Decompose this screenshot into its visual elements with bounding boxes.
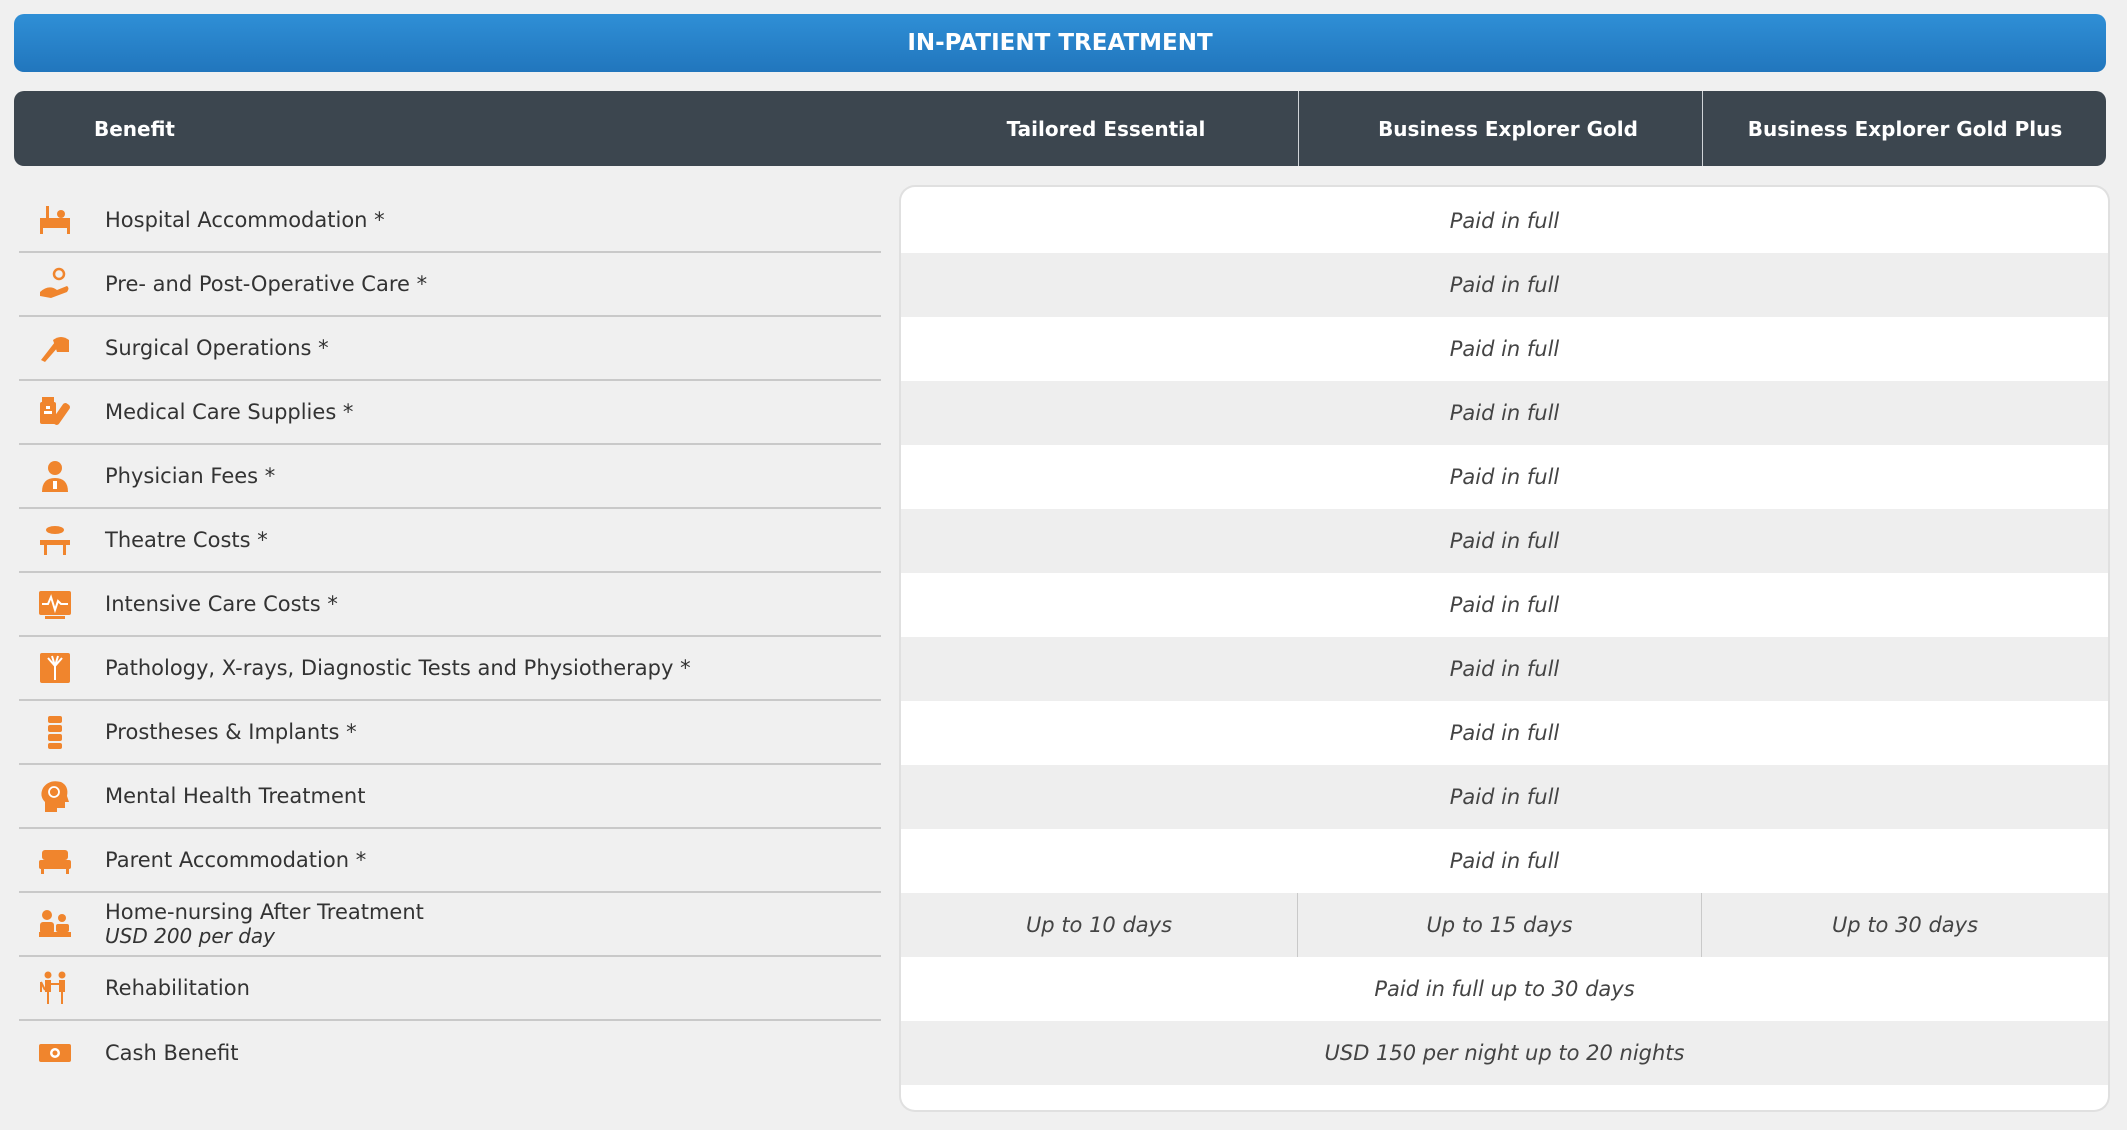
coverage-row: Paid in full [1449,849,1560,873]
benefit-row: Parent Accommodation * [19,829,881,893]
benefit-name: Physician Fees * [105,464,276,488]
header-plan-business-explorer-gold-plus: Business Explorer Gold Plus [1702,91,2107,166]
coverage-cell-business-explorer-gold: Up to 15 days [1297,893,1701,957]
coverage-row-split: Up to 10 days Up to 15 days Up to 30 day… [901,893,2108,957]
benefit-row: Physician Fees * [19,445,881,509]
benefit-row: Mental Health Treatment [19,765,881,829]
coverage-row: Paid in full [901,637,2108,701]
benefit-row: Home-nursing After Treatment USD 200 per… [19,893,881,957]
scalpel-hand-icon [35,328,75,368]
home-nursing-icon [35,904,75,944]
heart-monitor-icon [35,584,75,624]
head-brain-icon [35,776,75,816]
benefit-row: Cash Benefit [19,1021,881,1085]
benefit-name: Pathology, X-rays, Diagnostic Tests and … [105,656,691,680]
benefit-label: Home-nursing After Treatment USD 200 per… [105,900,424,948]
benefit-name: Parent Accommodation * [105,848,367,872]
coverage-row: USD 150 per night up to 20 nights [901,1021,2108,1085]
hand-care-icon [35,264,75,304]
coverage-cell-business-explorer-gold-plus: Up to 30 days [1701,893,2108,957]
benefit-list: Hospital Accommodation * Pre- and Post-O… [19,189,881,1085]
benefit-row: Surgical Operations * [19,317,881,381]
coverage-row: Paid in full [1449,721,1560,745]
benefit-row: Rehabilitation [19,957,881,1021]
header-plan-business-explorer-gold: Business Explorer Gold [1298,91,1717,166]
table-header: Benefit Tailored Essential Business Expl… [14,91,2106,166]
benefit-row: Pre- and Post-Operative Care * [19,253,881,317]
coverage-panel: Paid in full Paid in full Paid in full P… [901,187,2108,1110]
benefit-name: Pre- and Post-Operative Care * [105,272,428,296]
benefit-row: Medical Care Supplies * [19,381,881,445]
benefit-name: Cash Benefit [105,1041,239,1065]
coverage-row: Paid in full [901,765,2108,829]
coverage-row: Paid in full [901,253,2108,317]
header-benefit: Benefit [94,116,175,141]
benefit-name: Prostheses & Implants * [105,720,357,744]
coverage-row: Paid in full [1449,209,1560,233]
benefit-name: Medical Care Supplies * [105,400,354,424]
benefit-row: Theatre Costs * [19,509,881,573]
benefit-row: Intensive Care Costs * [19,573,881,637]
hospital-bed-icon [35,200,75,240]
coverage-row: Paid in full [901,381,2108,445]
coverage-row: Paid in full [1449,593,1560,617]
coverage-row: Paid in full [1449,337,1560,361]
spine-icon [35,712,75,752]
benefit-name: Hospital Accommodation * [105,208,385,232]
doctor-icon [35,456,75,496]
medicine-bandage-icon [35,392,75,432]
coverage-row: Paid in full up to 30 days [1374,977,1635,1001]
bed-icon [35,840,75,880]
operating-table-icon [35,520,75,560]
benefit-name: Intensive Care Costs * [105,592,338,616]
benefit-name: Mental Health Treatment [105,784,366,808]
benefit-row: Pathology, X-rays, Diagnostic Tests and … [19,637,881,701]
header-plan-tailored-essential: Tailored Essential [1006,116,1206,141]
cash-icon [35,1033,75,1073]
benefit-name: Surgical Operations * [105,336,329,360]
xray-icon [35,648,75,688]
benefit-subtext: USD 200 per day [105,924,275,948]
coverage-row: Paid in full [1449,465,1560,489]
benefit-name: Home-nursing After Treatment [105,900,424,924]
benefit-name: Rehabilitation [105,976,250,1000]
coverage-row: Paid in full [901,509,2108,573]
benefit-name: Theatre Costs * [105,528,268,552]
benefit-row: Hospital Accommodation * [19,189,881,253]
coverage-cell-tailored-essential: Up to 10 days [1025,913,1173,937]
section-title: IN-PATIENT TREATMENT [14,14,2106,72]
benefit-row: Prostheses & Implants * [19,701,881,765]
walking-assist-icon [35,968,75,1008]
